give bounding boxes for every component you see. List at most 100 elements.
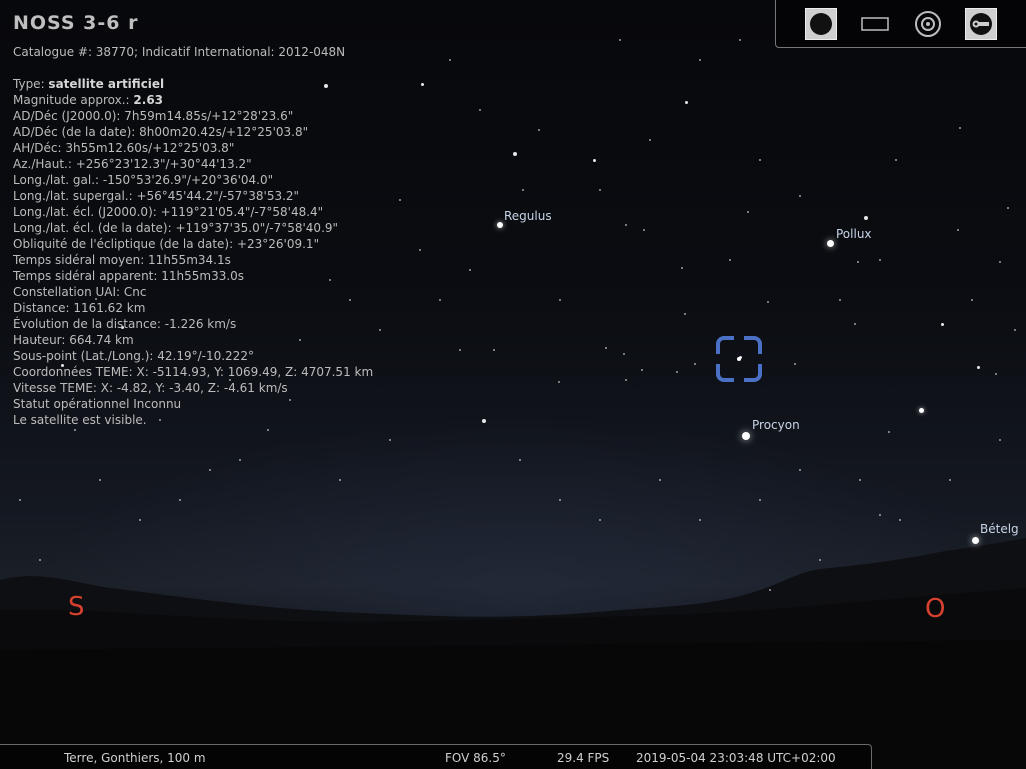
star[interactable] [699, 519, 701, 521]
star[interactable] [1007, 207, 1009, 209]
star[interactable] [625, 224, 627, 226]
star[interactable] [179, 499, 181, 501]
star[interactable] [389, 439, 391, 441]
star[interactable] [522, 189, 524, 191]
star-label-regulus[interactable]: Regulus [504, 209, 552, 223]
selected-object-reticle[interactable] [716, 336, 762, 382]
star[interactable] [769, 589, 771, 591]
star[interactable] [864, 216, 868, 220]
star[interactable] [267, 429, 269, 431]
star[interactable] [39, 559, 41, 561]
star[interactable] [742, 432, 750, 440]
star[interactable] [420, 82, 424, 86]
info-line: AD/Déc (J2000.0): 7h59m14.85s/+12°28'23.… [13, 109, 294, 123]
star[interactable] [599, 189, 601, 191]
datetime-status[interactable]: 2019-05-04 23:03:48 UTC+02:00 [636, 751, 836, 765]
star[interactable] [139, 519, 141, 521]
star[interactable] [859, 479, 861, 481]
wrench-tool-icon[interactable] [965, 8, 997, 40]
star[interactable] [558, 381, 560, 383]
star[interactable] [879, 514, 881, 516]
star[interactable] [419, 249, 421, 251]
star[interactable] [1014, 329, 1016, 331]
star[interactable] [794, 363, 796, 365]
reticle-corner [716, 336, 734, 354]
star[interactable] [643, 229, 645, 231]
star-label-procyon[interactable]: Procyon [752, 418, 800, 432]
star[interactable] [469, 269, 471, 271]
star[interactable] [379, 329, 381, 331]
star[interactable] [599, 519, 601, 521]
star[interactable] [684, 313, 686, 315]
star[interactable] [592, 158, 596, 162]
star[interactable] [999, 439, 1001, 441]
star[interactable] [681, 267, 683, 269]
star[interactable] [854, 323, 856, 325]
star[interactable] [759, 499, 761, 501]
star[interactable] [641, 369, 643, 371]
circle-view-icon[interactable] [805, 8, 837, 40]
star[interactable] [759, 159, 761, 161]
star[interactable] [957, 229, 959, 231]
star[interactable] [971, 299, 973, 301]
star[interactable] [482, 419, 486, 423]
star[interactable] [649, 139, 651, 141]
target-icon[interactable] [912, 8, 944, 40]
star[interactable] [826, 239, 834, 247]
star[interactable] [99, 479, 101, 481]
star[interactable] [767, 301, 769, 303]
star[interactable] [74, 429, 76, 431]
star[interactable] [513, 152, 517, 156]
star[interactable] [19, 499, 21, 501]
star[interactable] [999, 261, 1001, 263]
star[interactable] [895, 159, 897, 161]
star[interactable] [459, 349, 461, 351]
rectangle-view-icon[interactable] [859, 8, 891, 40]
star[interactable] [339, 479, 341, 481]
fps-status: 29.4 FPS [557, 751, 610, 765]
star[interactable] [684, 100, 688, 104]
star[interactable] [625, 379, 627, 381]
star[interactable] [918, 407, 924, 413]
star[interactable] [799, 195, 801, 197]
star[interactable] [209, 469, 211, 471]
star[interactable] [559, 499, 561, 501]
star[interactable] [493, 349, 495, 351]
location-status[interactable]: Terre, Gonthiers, 100 m [64, 751, 206, 765]
star[interactable] [676, 371, 678, 373]
star[interactable] [694, 363, 696, 365]
star[interactable] [399, 199, 401, 201]
star[interactable] [623, 353, 625, 355]
star[interactable] [605, 347, 607, 349]
star[interactable] [747, 211, 749, 213]
star[interactable] [879, 259, 881, 261]
star[interactable] [699, 59, 701, 61]
star[interactable] [976, 365, 980, 369]
star[interactable] [949, 479, 951, 481]
star[interactable] [619, 39, 621, 41]
star[interactable] [839, 299, 841, 301]
star[interactable] [971, 536, 979, 544]
star[interactable] [519, 459, 521, 461]
star[interactable] [659, 479, 661, 481]
star[interactable] [739, 39, 741, 41]
star[interactable] [899, 519, 901, 521]
star[interactable] [888, 431, 890, 433]
star[interactable] [857, 261, 859, 263]
fov-status[interactable]: FOV 86.5° [445, 751, 506, 765]
star[interactable] [559, 299, 561, 301]
star[interactable] [729, 259, 731, 261]
star-label-pollux[interactable]: Pollux [836, 227, 872, 241]
star[interactable] [497, 222, 503, 228]
star[interactable] [479, 109, 481, 111]
star[interactable] [819, 559, 821, 561]
star-label-betelgeuse[interactable]: Bételg [980, 522, 1019, 536]
star[interactable] [959, 127, 961, 129]
star[interactable] [239, 459, 241, 461]
star[interactable] [940, 322, 944, 326]
star[interactable] [538, 129, 540, 131]
star[interactable] [799, 469, 801, 471]
star[interactable] [439, 299, 441, 301]
star[interactable] [995, 373, 997, 375]
star[interactable] [449, 59, 451, 61]
